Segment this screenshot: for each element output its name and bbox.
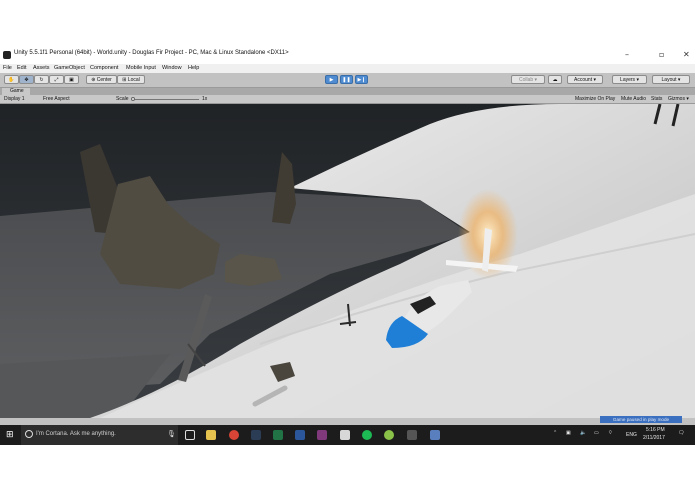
cortana-icon [25, 430, 33, 438]
play-button[interactable]: ▶ [325, 75, 338, 84]
mute-audio-toggle[interactable]: Mute Audio [621, 96, 646, 102]
close-button[interactable]: ✕ [683, 50, 690, 60]
menu-assets[interactable]: Assets [33, 65, 50, 71]
package-icon[interactable] [340, 430, 350, 440]
onenote-icon[interactable] [317, 430, 327, 440]
rotate-tool-button[interactable]: ↻ [34, 75, 49, 84]
menu-gameobject[interactable]: GameObject [54, 65, 85, 71]
menu-edit[interactable]: Edit [17, 65, 26, 71]
menu-bar: File Edit Assets GameObject Component Mo… [0, 64, 695, 73]
scale-value: 1x [202, 96, 208, 102]
tab-game[interactable]: Game [2, 88, 30, 95]
center-label: Center [96, 77, 112, 83]
excel-icon[interactable] [273, 430, 283, 440]
gizmos-dropdown[interactable]: Gizmos ▾ [668, 96, 689, 102]
maximize-button[interactable]: ▫ [659, 50, 664, 60]
scale-tool-button[interactable]: ⤢ [49, 75, 64, 84]
menu-help[interactable]: Help [188, 65, 199, 71]
chrome-icon[interactable] [229, 430, 239, 440]
unity-logo-icon [3, 51, 11, 59]
layers-dropdown[interactable]: Layers ▾ [612, 75, 647, 84]
display-dropdown[interactable]: Display 1 [4, 96, 25, 102]
clock-date[interactable]: 2/11/2017 [643, 435, 665, 441]
game-viewport[interactable] [0, 104, 695, 418]
game-view-toolbar: Display 1 Free Aspect Scale 1x Maximize … [0, 95, 695, 104]
battery-icon[interactable]: ▭ [594, 430, 599, 436]
tray-chevron-icon[interactable]: ⌃ [553, 430, 557, 436]
task-view-icon[interactable] [185, 430, 195, 440]
layout-dropdown[interactable]: Layout ▾ [652, 75, 690, 84]
stats-toggle[interactable]: Stats [651, 96, 662, 102]
step-button[interactable]: ▶❙ [355, 75, 368, 84]
pause-button[interactable]: ❚❚ [340, 75, 353, 84]
notifications-icon[interactable]: 🗨 [678, 430, 684, 436]
scale-slider-handle[interactable] [131, 97, 135, 101]
wifi-icon[interactable]: ⌔ [608, 430, 613, 436]
scale-slider-track[interactable] [133, 99, 199, 100]
volume-icon[interactable]: 🔈 [580, 430, 586, 436]
window-title: Unity 5.5.1f1 Personal (64bit) - World.u… [14, 50, 289, 56]
cortana-search-box[interactable]: I'm Cortana. Ask me anything. 🎙 [21, 425, 178, 445]
aspect-dropdown[interactable]: Free Aspect [43, 96, 70, 102]
windows-taskbar: ⊞ I'm Cortana. Ask me anything. 🎙 ⌃ ▣ 🔈 … [0, 425, 695, 445]
local-label: Local [127, 77, 140, 83]
collab-button[interactable]: Collab ▾ [511, 75, 545, 84]
app-taskbar-icon[interactable] [430, 430, 440, 440]
menu-window[interactable]: Window [162, 65, 182, 71]
scale-label: Scale [116, 96, 129, 102]
account-dropdown[interactable]: Account ▾ [567, 75, 603, 84]
game-tab-strip: Game [0, 88, 695, 95]
rect-tool-button[interactable]: ▣ [64, 75, 79, 84]
network-icon[interactable]: ▣ [566, 430, 571, 436]
search-text: I'm Cortana. Ask me anything. [36, 431, 116, 437]
pivot-center-button[interactable]: ⊕ Center [86, 75, 117, 84]
main-toolbar: ✋ ✥ ↻ ⤢ ▣ ⊕ Center ⊞ Local ▶ ❚❚ ▶❙ Colla… [0, 73, 695, 88]
spotify-icon[interactable] [362, 430, 372, 440]
move-tool-button[interactable]: ✥ [19, 75, 34, 84]
clock-time[interactable]: 5:16 PM [646, 427, 665, 433]
menu-mobile-input[interactable]: Mobile Input [126, 65, 156, 71]
microphone-icon[interactable]: 🎙 [167, 430, 176, 438]
windows-start-icon[interactable]: ⊞ [6, 430, 16, 440]
hand-tool-button[interactable]: ✋ [4, 75, 19, 84]
cloud-icon[interactable]: ☁ [548, 75, 562, 84]
file-explorer-icon[interactable] [206, 430, 216, 440]
menu-file[interactable]: File [3, 65, 12, 71]
game-scene [0, 104, 695, 418]
unity-taskbar-icon[interactable] [407, 430, 417, 440]
media-icon[interactable] [384, 430, 394, 440]
maximize-on-play-toggle[interactable]: Maximize On Play [575, 96, 615, 102]
paused-status-badge: Game paused in play mode [600, 416, 682, 423]
unity-editor-window: Unity 5.5.1f1 Personal (64bit) - World.u… [0, 47, 695, 445]
word-icon[interactable] [295, 430, 305, 440]
minimize-button[interactable]: – [625, 50, 629, 60]
language-indicator[interactable]: ENG [626, 432, 637, 438]
steam-icon[interactable] [251, 430, 261, 440]
menu-component[interactable]: Component [90, 65, 118, 71]
title-bar: Unity 5.5.1f1 Personal (64bit) - World.u… [0, 47, 695, 64]
pivot-local-button[interactable]: ⊞ Local [117, 75, 145, 84]
